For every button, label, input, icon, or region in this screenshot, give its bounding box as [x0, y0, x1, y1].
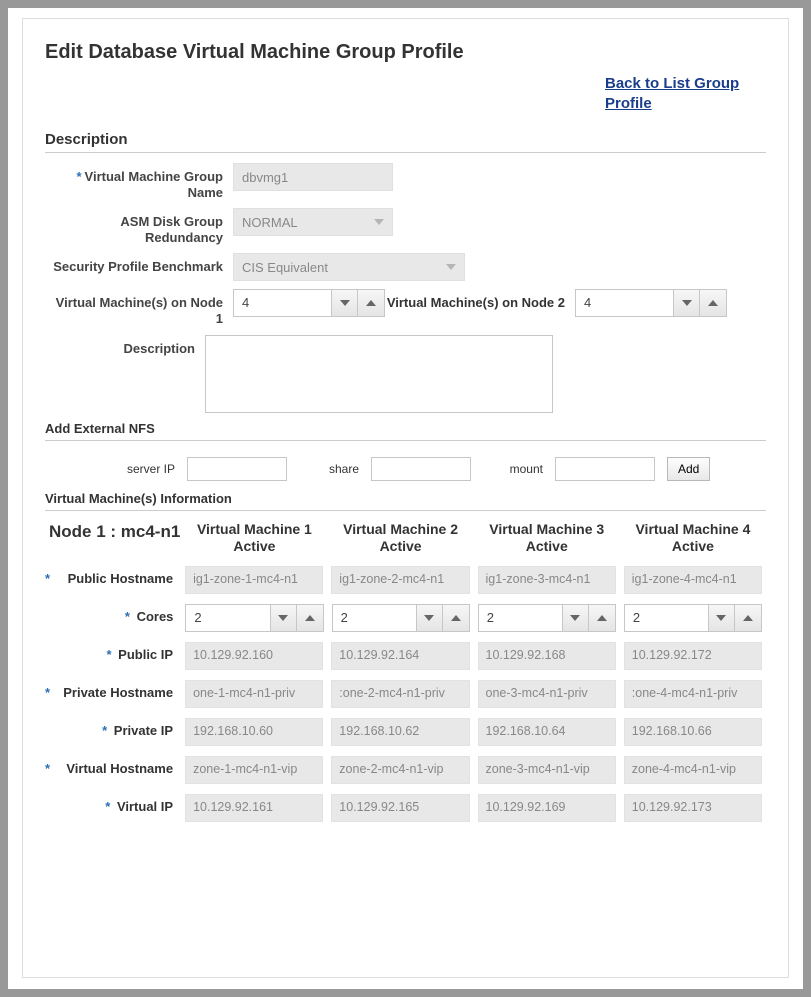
virtual-hostname-1: zone-1-mc4-n1-vip — [185, 756, 323, 784]
description-textarea[interactable] — [205, 335, 553, 413]
virtual-hostname-3: zone-3-mc4-n1-vip — [478, 756, 616, 784]
node-title: Node 1 : mc4-n1 — [45, 521, 181, 556]
group-name-field: dbvmg1 — [233, 163, 393, 191]
private-ip-label: * Private IP — [45, 718, 181, 739]
divider — [45, 510, 766, 511]
mount-input[interactable] — [555, 457, 655, 481]
cores-1-stepper[interactable]: 2 — [185, 604, 323, 632]
cores-3-stepper[interactable]: 2 — [478, 604, 616, 632]
cores-label: * Cores — [45, 604, 181, 625]
section-vm-info: Virtual Machine(s) Information — [45, 491, 766, 506]
private-hostname-label: *Private Hostname — [45, 680, 181, 701]
section-description: Description — [45, 131, 766, 148]
virtual-ip-label: * Virtual IP — [45, 794, 181, 815]
share-input[interactable] — [371, 457, 471, 481]
vm-node2-stepper[interactable]: 4 — [575, 289, 727, 317]
chevron-up-icon[interactable] — [297, 605, 323, 631]
virtual-hostname-2: zone-2-mc4-n1-vip — [331, 756, 469, 784]
private-hostname-3: one-3-mc4-n1-priv — [478, 680, 616, 708]
security-label: Security Profile Benchmark — [45, 253, 233, 275]
vm-node1-label: Virtual Machine(s) on Node 1 — [45, 289, 233, 326]
public-hostname-2: ig1-zone-2-mc4-n1 — [331, 566, 469, 594]
private-hostname-1: one-1-mc4-n1-priv — [185, 680, 323, 708]
private-ip-3: 192.168.10.64 — [478, 718, 616, 746]
vm-col-2: Virtual Machine 2 Active — [328, 521, 474, 556]
private-hostname-2: :one-2-mc4-n1-priv — [331, 680, 469, 708]
virtual-hostname-4: zone-4-mc4-n1-vip — [624, 756, 762, 784]
asm-select: NORMAL — [233, 208, 393, 236]
security-select: CIS Equivalent — [233, 253, 465, 281]
public-ip-3: 10.129.92.168 — [478, 642, 616, 670]
chevron-up-icon[interactable] — [700, 290, 726, 316]
server-ip-label: server IP — [115, 462, 175, 476]
chevron-down-icon[interactable] — [709, 605, 735, 631]
private-ip-2: 192.168.10.62 — [331, 718, 469, 746]
virtual-ip-4: 10.129.92.173 — [624, 794, 762, 822]
chevron-down-icon[interactable] — [332, 290, 358, 316]
public-hostname-3: ig1-zone-3-mc4-n1 — [478, 566, 616, 594]
add-button[interactable]: Add — [667, 457, 710, 481]
private-ip-4: 192.168.10.66 — [624, 718, 762, 746]
public-hostname-label: *Public Hostname — [45, 566, 181, 587]
chevron-down-icon[interactable] — [417, 605, 443, 631]
vm-col-1: Virtual Machine 1 Active — [181, 521, 327, 556]
vm-col-3: Virtual Machine 3 Active — [474, 521, 620, 556]
vm-node1-stepper[interactable]: 4 — [233, 289, 385, 317]
vm-col-4: Virtual Machine 4 Active — [620, 521, 766, 556]
private-ip-1: 192.168.10.60 — [185, 718, 323, 746]
divider — [45, 440, 766, 441]
chevron-up-icon[interactable] — [358, 290, 384, 316]
mount-label: mount — [483, 462, 543, 476]
public-ip-1: 10.129.92.160 — [185, 642, 323, 670]
virtual-hostname-label: *Virtual Hostname — [45, 756, 181, 777]
cores-2-stepper[interactable]: 2 — [332, 604, 470, 632]
public-hostname-4: ig1-zone-4-mc4-n1 — [624, 566, 762, 594]
chevron-down-icon[interactable] — [563, 605, 589, 631]
server-ip-input[interactable] — [187, 457, 287, 481]
public-ip-2: 10.129.92.164 — [331, 642, 469, 670]
public-hostname-1: ig1-zone-1-mc4-n1 — [185, 566, 323, 594]
chevron-down-icon — [446, 264, 456, 270]
virtual-ip-1: 10.129.92.161 — [185, 794, 323, 822]
chevron-down-icon — [374, 219, 384, 225]
virtual-ip-3: 10.129.92.169 — [478, 794, 616, 822]
public-ip-4: 10.129.92.172 — [624, 642, 762, 670]
public-ip-label: * Public IP — [45, 642, 181, 663]
vm-node2-label: Virtual Machine(s) on Node 2 — [385, 289, 575, 311]
section-nfs: Add External NFS — [45, 421, 766, 436]
asm-label: ASM Disk Group Redundancy — [45, 208, 233, 245]
chevron-up-icon[interactable] — [589, 605, 615, 631]
private-hostname-4: :one-4-mc4-n1-priv — [624, 680, 762, 708]
back-to-list-link[interactable]: Back to List Group Profile — [605, 74, 785, 113]
page-title: Edit Database Virtual Machine Group Prof… — [45, 41, 766, 64]
chevron-down-icon[interactable] — [271, 605, 297, 631]
cores-4-stepper[interactable]: 2 — [624, 604, 762, 632]
share-label: share — [299, 462, 359, 476]
chevron-down-icon[interactable] — [674, 290, 700, 316]
chevron-up-icon[interactable] — [443, 605, 469, 631]
divider — [45, 152, 766, 153]
chevron-up-icon[interactable] — [735, 605, 761, 631]
virtual-ip-2: 10.129.92.165 — [331, 794, 469, 822]
group-name-label: *Virtual Machine Group Name — [45, 163, 233, 200]
description-label: Description — [45, 335, 205, 357]
